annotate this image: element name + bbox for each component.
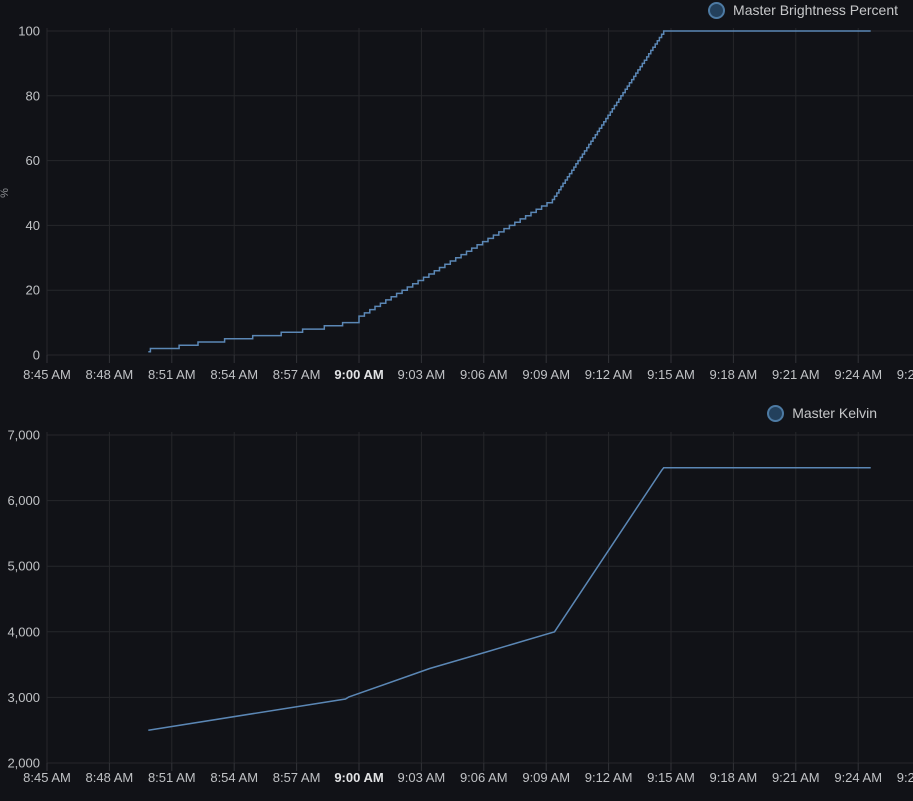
x-tick-label: 9:15 AM (647, 367, 695, 382)
x-tick-label: 8:57 AM (273, 770, 321, 785)
x-axis: 8:45 AM 8:48 AM 8:51 AM 8:54 AM 8:57 AM 9:00 … (23, 763, 913, 785)
x-tick-label: 8:45 AM (23, 367, 71, 382)
y-tick-label: 80 (26, 88, 40, 103)
x-tick-label: 9:21 AM (772, 367, 820, 382)
x-tick-label: 8:54 AM (210, 367, 258, 382)
x-tick-label: 9:03 AM (398, 367, 446, 382)
series-line (148, 468, 870, 730)
brightness-chart[interactable]: 8:45 AM 8:48 AM 8:51 AM 8:54 AM 8:57 AM 9:00 … (0, 0, 913, 390)
x-tick-label: 9:21 AM (772, 770, 820, 785)
x-tick-label: 8:51 AM (148, 367, 196, 382)
x-tick-label: 9:24 AM (834, 770, 882, 785)
x-tick-label: 9:24 AM (834, 367, 882, 382)
gridlines (47, 432, 913, 763)
y-tick-label: 7,000 (7, 428, 40, 443)
x-tick-label: 9:12 AM (585, 367, 633, 382)
x-tick-label: 9:18 AM (710, 367, 758, 382)
dashboard: Master Brightness Percent 8:45 AM8:48 AM… (0, 0, 913, 801)
y-tick-label: 60 (26, 153, 40, 168)
x-tick-label: 9:00 AM (334, 367, 383, 382)
y-tick-label: 4,000 (7, 624, 40, 639)
y-axis-unit-label: % (0, 188, 11, 198)
x-tick-label: 9:03 AM (398, 770, 446, 785)
x-tick-label: 9:18 AM (710, 770, 758, 785)
x-tick-label: 8:48 AM (86, 367, 134, 382)
x-tick-label: 8:51 AM (148, 770, 196, 785)
y-axis: 0 20 40 60 80 100% (0, 24, 40, 363)
x-tick-label: 9:09 AM (522, 367, 570, 382)
kelvin-chart[interactable]: 8:45 AM 8:48 AM 8:51 AM 8:54 AM 8:57 AM 9:00 … (0, 390, 913, 801)
x-tick-label: 9:27 AM (897, 367, 913, 382)
y-tick-label: 2,000 (7, 756, 40, 771)
x-tick-label: 8:48 AM (86, 770, 134, 785)
y-tick-label: 5,000 (7, 559, 40, 574)
x-tick-label: 8:57 AM (273, 367, 321, 382)
series-line (148, 31, 870, 352)
x-tick-label: 9:00 AM (334, 770, 383, 785)
x-tick-label: 9:15 AM (647, 770, 695, 785)
x-tick-label: 9:12 AM (585, 770, 633, 785)
x-tick-label: 9:06 AM (460, 367, 508, 382)
y-tick-label: 6,000 (7, 493, 40, 508)
gridlines (47, 28, 913, 355)
y-tick-label: 3,000 (7, 690, 40, 705)
x-axis: 8:45 AM 8:48 AM 8:51 AM 8:54 AM 8:57 AM 9:00 … (23, 355, 913, 382)
y-tick-label: 20 (26, 283, 40, 298)
y-tick-label: 40 (26, 218, 40, 233)
y-tick-label: 0 (33, 348, 40, 363)
y-axis: 2,000 3,000 4,000 5,000 6,000 7,000 (7, 428, 40, 771)
x-tick-label: 8:45 AM (23, 770, 71, 785)
x-tick-label: 9:06 AM (460, 770, 508, 785)
y-tick-label: 100 (18, 24, 40, 39)
x-tick-label: 9:27 AM (897, 770, 913, 785)
x-tick-label: 9:09 AM (522, 770, 570, 785)
x-tick-label: 8:54 AM (210, 770, 258, 785)
